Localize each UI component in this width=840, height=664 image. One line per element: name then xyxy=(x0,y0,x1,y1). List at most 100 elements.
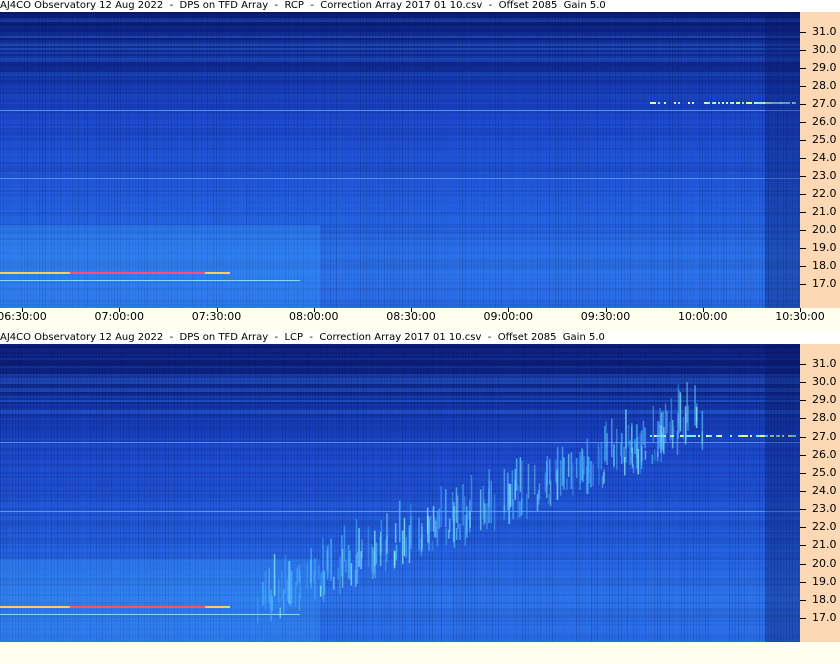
time-axis: 06:30:00 07:00:00 07:30:00 08:00:00 08:30:00… xyxy=(0,308,840,326)
rcp-freq-label: 26.0 xyxy=(812,115,837,128)
burst-streak xyxy=(341,548,344,588)
time-label: 09:00:00 xyxy=(483,310,533,323)
burst-streak xyxy=(546,461,548,487)
spectrogram-edge xyxy=(765,344,800,642)
burst-streak xyxy=(306,562,308,589)
rcp-panel-title: AJ4CO Observatory 12 Aug 2022 - DPS on T… xyxy=(0,0,840,12)
burst-streak xyxy=(682,417,685,439)
spectrogram-streak xyxy=(666,12,667,308)
spectrogram-streak xyxy=(717,344,718,642)
spectrogram-streak xyxy=(570,344,571,642)
interference-line xyxy=(0,280,300,281)
time-label: 10:30:00 xyxy=(775,310,825,323)
spectrogram-streak xyxy=(534,12,535,308)
spectrogram-streak xyxy=(681,344,682,642)
spectrogram-streak xyxy=(558,12,559,308)
spectrogram-streak xyxy=(351,12,352,308)
spectrogram-streak xyxy=(564,12,565,308)
burst-streak xyxy=(445,489,447,528)
burst-streak xyxy=(570,452,573,490)
spectrogram-streak xyxy=(366,12,367,308)
spectrogram-streak xyxy=(411,344,412,642)
spectrogram-streak xyxy=(426,344,427,642)
signal-dot xyxy=(738,435,740,437)
spectrogram-streak xyxy=(384,344,385,642)
burst-streak xyxy=(556,447,559,487)
spectrogram-streak xyxy=(624,12,625,308)
rcp-freq-tick xyxy=(800,194,806,195)
burst-streak xyxy=(278,578,280,603)
spectrogram-streak xyxy=(609,12,610,308)
rcp-freq-label: 23.0 xyxy=(812,169,837,182)
spectrogram-streak xyxy=(444,12,445,308)
rcp-freq-tick xyxy=(800,140,806,141)
spectrogram-streak xyxy=(594,344,595,642)
rcp-freq-tick xyxy=(800,158,806,159)
spectrogram-streak xyxy=(417,12,418,308)
spectrogram-streak xyxy=(408,12,409,308)
spectrogram-streak xyxy=(603,12,604,308)
spectrogram-streak xyxy=(624,344,625,642)
spectrogram-streak xyxy=(711,12,712,308)
spectrogram-streak xyxy=(759,12,760,308)
signal-dot xyxy=(658,102,660,104)
spectrogram-line xyxy=(0,442,800,443)
spectrogram-streak xyxy=(543,12,544,308)
signal-dot xyxy=(732,102,734,104)
spectrogram-streak xyxy=(321,344,322,642)
spectrogram-streak xyxy=(714,344,715,642)
spectrogram-streak xyxy=(546,12,547,308)
spectrogram-streak xyxy=(732,344,733,642)
spectrogram-streak xyxy=(660,12,661,308)
spectrogram-streak xyxy=(684,12,685,308)
spectrogram-streak xyxy=(603,344,604,642)
spectrogram-streak xyxy=(549,12,550,308)
signal-dot xyxy=(650,102,652,104)
burst-streak xyxy=(459,523,461,541)
burst-streak xyxy=(399,500,401,543)
burst-streak xyxy=(666,410,668,434)
spectrogram-streak xyxy=(663,12,664,308)
burst-streak xyxy=(279,607,281,619)
lcp-freq-label: 25.0 xyxy=(812,465,837,479)
lcp-freq-tick xyxy=(800,509,806,511)
spectrogram-streak xyxy=(381,12,382,308)
burst-streak xyxy=(466,506,468,538)
signal-dot xyxy=(710,435,712,437)
burst-streak xyxy=(262,581,264,606)
spectrogram-streak xyxy=(684,344,685,642)
spectrogram-streak xyxy=(726,12,727,308)
signal-dot xyxy=(708,435,710,437)
rcp-freq-label: 29.0 xyxy=(812,61,837,74)
burst-streak xyxy=(544,472,547,493)
signal-dot xyxy=(758,102,760,104)
spectrogram-streak xyxy=(609,344,610,642)
signal-dot xyxy=(760,102,762,104)
spectrogram-streak xyxy=(432,12,433,308)
interference-line xyxy=(70,606,205,608)
spectrogram-streak xyxy=(492,344,493,642)
spectrogram-streak xyxy=(459,12,460,308)
spectrogram-streak xyxy=(447,12,448,308)
spectrogram-streak xyxy=(630,344,631,642)
burst-streak xyxy=(298,564,301,583)
burst-streak xyxy=(515,458,518,491)
spectrogram-streak xyxy=(747,344,748,642)
spectrogram-streak xyxy=(459,344,460,642)
signal-dot xyxy=(714,102,716,104)
burst-streak xyxy=(361,539,363,559)
burst-streak xyxy=(402,532,404,554)
spectrogram-streak xyxy=(486,344,487,642)
lcp-freq-tick xyxy=(800,581,806,583)
lcp-freq-label: 21.0 xyxy=(812,538,837,552)
spectrogram-streak xyxy=(390,12,391,308)
burst-streak xyxy=(587,471,589,494)
interference-line xyxy=(70,272,205,274)
burst-streak xyxy=(514,469,516,501)
burst-streak xyxy=(629,440,631,466)
signal-dot xyxy=(762,435,764,437)
rcp-freq-label: 28.0 xyxy=(812,79,837,92)
spectrogram-streak xyxy=(594,12,595,308)
spectrogram-streak xyxy=(516,344,517,642)
burst-streak xyxy=(273,554,276,596)
